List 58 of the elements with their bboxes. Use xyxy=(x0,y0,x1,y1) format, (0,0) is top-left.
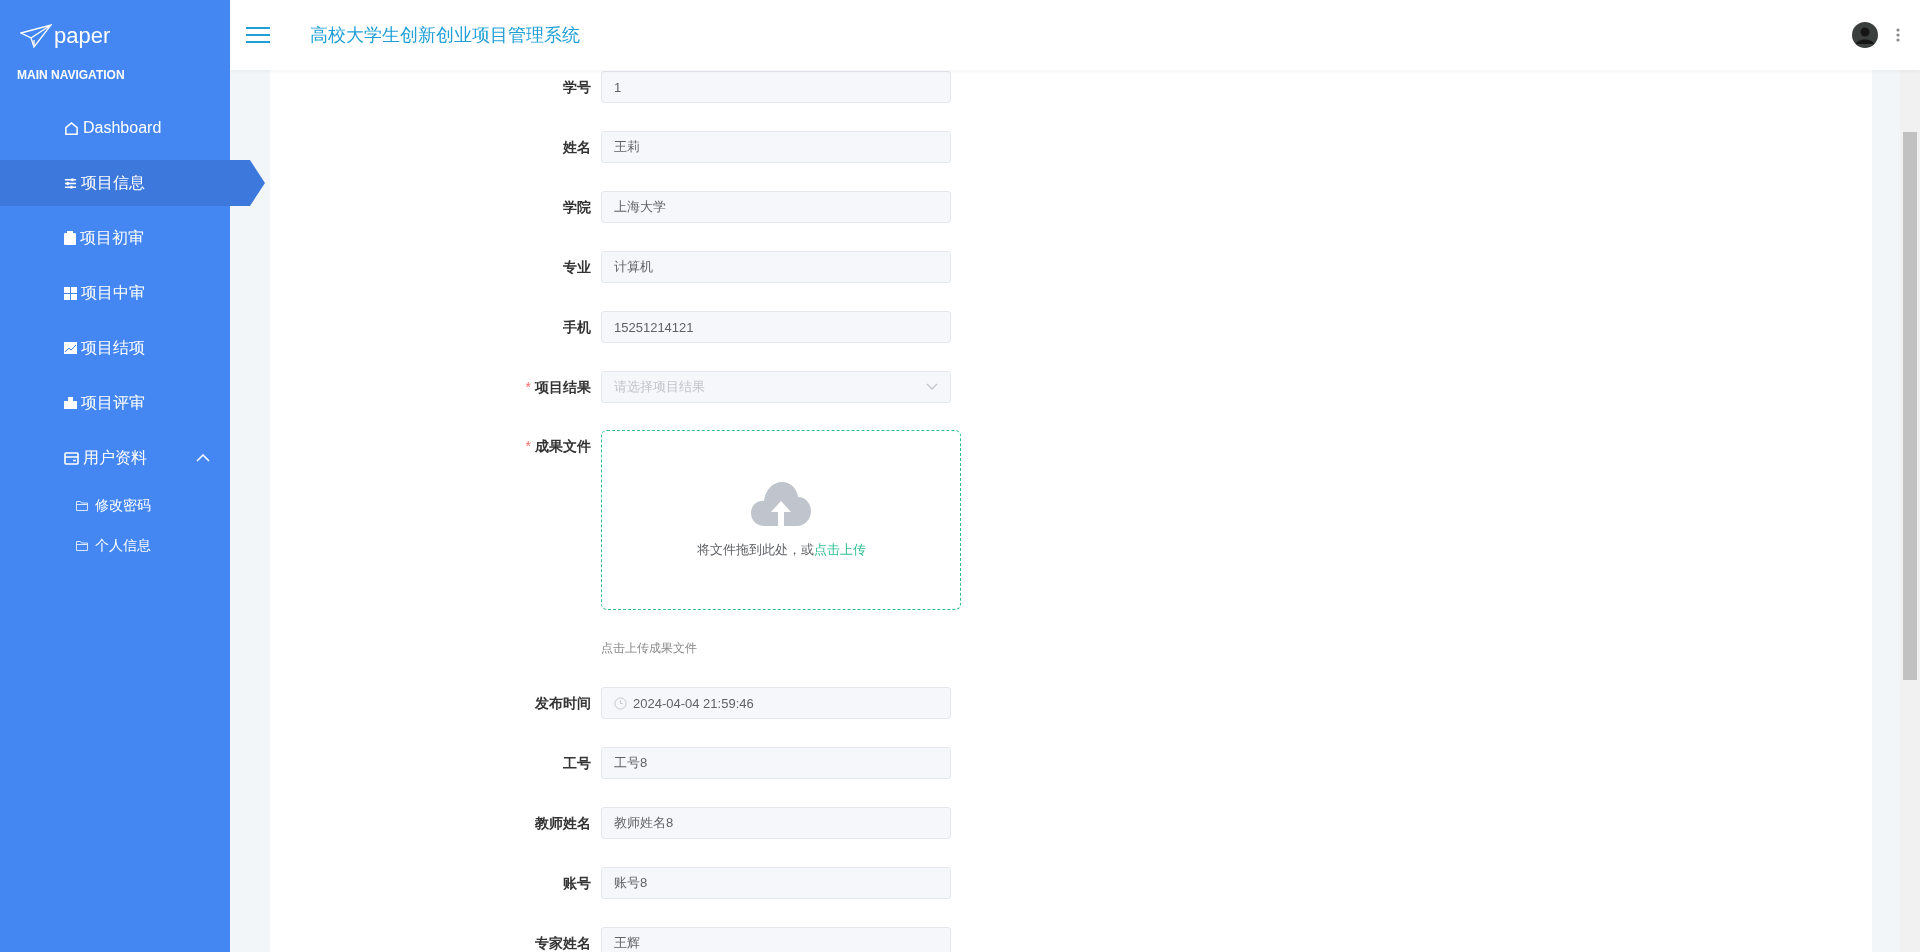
chevron-up-icon[interactable] xyxy=(196,454,210,462)
chevron-down-icon xyxy=(926,383,938,391)
field-label: 手机 xyxy=(562,318,592,337)
field-label: 工号 xyxy=(562,754,592,773)
menu-icon[interactable] xyxy=(246,26,270,44)
logo-text: paper xyxy=(54,23,111,49)
field-label: * 项目结果 xyxy=(524,378,592,397)
nav-item[interactable]: Dashboard xyxy=(0,105,230,151)
app-title: 高校大学生创新创业项目管理系统 xyxy=(310,24,581,47)
text-field[interactable]: 15251214121 xyxy=(601,311,951,343)
scrollbar[interactable] xyxy=(1900,70,1920,952)
field-label: 专业 xyxy=(562,258,592,277)
field-label: 账号 xyxy=(562,874,592,893)
paper-plane-icon xyxy=(20,24,52,48)
clock-icon xyxy=(614,696,627,710)
nav-item[interactable]: 项目评审 xyxy=(0,380,230,426)
text-field[interactable]: 王辉 xyxy=(601,927,951,952)
clipboard-icon xyxy=(64,231,76,245)
required-mark: * xyxy=(525,379,531,395)
nav-item[interactable]: 项目初审 xyxy=(0,215,230,261)
nav-subitem[interactable]: 个人信息 xyxy=(0,531,230,561)
field-label: 专家姓名 xyxy=(534,934,592,952)
briefcase-icon xyxy=(64,397,77,409)
nav-subitem[interactable]: 修改密码 xyxy=(0,491,230,521)
text-field[interactable]: 上海大学 xyxy=(601,191,951,223)
field-label: 发布时间 xyxy=(534,694,592,713)
text-field[interactable]: 计算机 xyxy=(601,251,951,283)
field-label: 学院 xyxy=(562,198,592,217)
field-label: 姓名 xyxy=(562,138,592,157)
section-title: MAIN NAVIGATION xyxy=(16,67,126,84)
text-field[interactable]: 账号8 xyxy=(601,867,951,899)
field-label: 教师姓名 xyxy=(534,814,592,833)
grid-icon xyxy=(64,286,77,300)
sliders-icon xyxy=(64,176,77,190)
text-field[interactable]: 1 xyxy=(601,71,951,103)
avatar[interactable] xyxy=(1852,22,1878,48)
nav-item[interactable]: 项目信息 xyxy=(0,160,265,206)
scrollbar-thumb[interactable] xyxy=(1903,132,1917,680)
card-icon xyxy=(64,451,79,465)
nav-item[interactable]: 项目结项 xyxy=(0,325,230,371)
date-field[interactable]: 2024-04-04 21:59:46 xyxy=(601,687,951,719)
folder-icon xyxy=(76,501,88,511)
upload-dropzone[interactable]: 将文件拖到此处，或点击上传 xyxy=(601,430,961,610)
required-mark: * xyxy=(525,438,531,454)
chart-icon xyxy=(64,342,77,354)
field-label: 学号 xyxy=(562,78,592,97)
field-label: * 成果文件 xyxy=(524,437,592,456)
more-icon[interactable] xyxy=(1896,28,1900,42)
text-field[interactable]: 工号8 xyxy=(601,747,951,779)
cloud-upload-icon xyxy=(751,481,811,527)
text-field[interactable]: 王莉 xyxy=(601,131,951,163)
upload-tip: 点击上传成果文件 xyxy=(601,640,698,657)
nav-item[interactable]: 用户资料 xyxy=(0,435,230,481)
nav-item[interactable]: 项目中审 xyxy=(0,270,230,316)
home-icon xyxy=(64,120,79,136)
folder-icon xyxy=(76,541,88,551)
upload-prompt: 将文件拖到此处，或点击上传 xyxy=(696,541,866,559)
text-field[interactable]: 教师姓名8 xyxy=(601,807,951,839)
